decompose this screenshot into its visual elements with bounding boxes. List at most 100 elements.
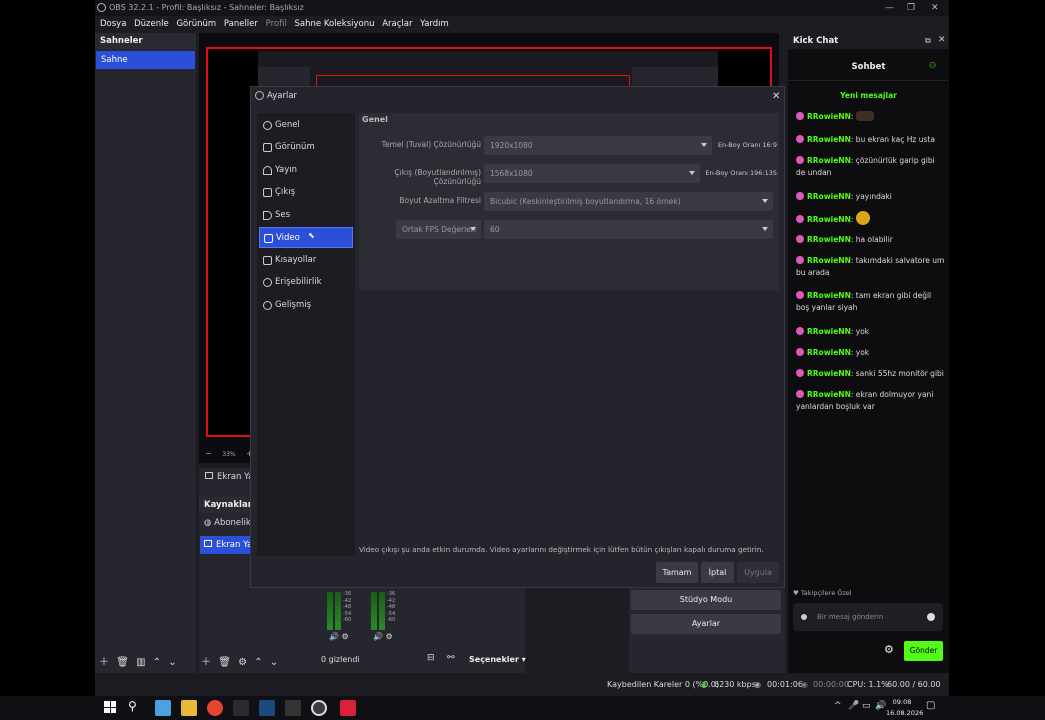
dialog-close-icon[interactable]: ✕ [772,88,780,106]
network-icon[interactable]: ▭ [862,701,871,711]
mic-icon[interactable]: 🎤 [848,701,859,711]
nav-accessibility[interactable]: Erişebilirlik [259,272,353,293]
nav-video[interactable]: Video [259,227,353,248]
add-source-icon[interactable]: ＋ [201,657,211,668]
source-toolbar: ＋ 🗑 ⚙ ⌃ ⌄ [201,653,278,668]
source-down-icon[interactable]: ⌄ [270,657,278,668]
source-settings-icon[interactable]: ⚙ [238,657,247,668]
video-active-warning: Video çıkışı şu anda etkin durumda. Vide… [359,545,764,554]
menu-scene-collection[interactable]: Sahne Koleksiyonu [295,16,375,32]
mute-icon[interactable]: 🔊 ⚙ [373,632,393,641]
menu-view[interactable]: Görünüm [176,16,216,32]
mute-icon[interactable]: 🔊 ⚙ [329,632,349,641]
minimize-icon[interactable]: — [885,0,894,16]
filter-icon[interactable]: ▥ [136,657,145,668]
menu-help[interactable]: Yardım [420,16,449,32]
downscale-filter-select[interactable]: Bicubic (Keskinleştirilmiş boyutlandırma… [484,192,773,211]
accessibility-icon [263,278,272,287]
title-bar: OBS 32.2.1 - Profil: Başlıksız - Sahnele… [95,0,949,16]
remove-source-icon[interactable]: 🗑 [218,657,231,668]
dialog-title: Ayarlar [267,91,298,101]
chat-emoji-icon [927,613,935,621]
menu-edit[interactable]: Düzenle [134,16,169,32]
search-icon[interactable]: ⚲ [128,699,137,713]
close-dock-icon[interactable]: ✕ [938,35,946,45]
nav-hotkeys[interactable]: Kısayollar [259,250,353,271]
fps-value-select[interactable]: 60 [484,220,773,239]
mixer-layout-icon[interactable]: ⊟ [427,653,435,663]
stream-time: 00:00:00 [813,680,849,689]
send-button[interactable]: Gönder [904,641,943,661]
app-icon[interactable] [340,700,356,716]
scene-toolbar: ＋ 🗑 ▥ ⌃ ⌄ [99,653,177,668]
base-resolution-select[interactable]: 1920x1080 [484,136,712,155]
fps-type-select[interactable]: Ortak FPS Değerleri [396,220,481,239]
nav-output[interactable]: Çıkış [259,182,353,203]
cpu-usage: CPU: 1.1% [847,680,889,689]
volume-icon[interactable]: 🔊 [875,701,886,711]
base-aspect-ratio: En-Boy Oranı 16:9 [717,141,777,149]
start-icon[interactable] [104,701,116,713]
tray-chevron-icon[interactable]: ^ [834,701,842,711]
maximize-icon[interactable]: ❐ [907,0,915,16]
obs-taskbar-icon[interactable] [311,700,327,716]
nav-stream[interactable]: Yayın [259,160,353,181]
ok-button[interactable]: Tamam [656,562,698,583]
chat-message: RRowieNN: takımdaki salvatore um bu arad… [796,256,945,277]
clock[interactable]: 09:08 16.08.2026 [886,697,923,719]
mixer-link-icon[interactable]: ⚯ [447,653,455,663]
move-down-icon[interactable]: ⌄ [168,657,176,668]
output-resolution-select[interactable]: 1568x1080 [484,164,700,183]
meter-bar [327,592,333,630]
move-up-icon[interactable]: ⌃ [153,657,161,668]
cancel-button[interactable]: İptal [701,562,734,583]
chat-input[interactable]: Bir mesaj gönderin [793,603,943,631]
browser-source-icon: ◍ [204,518,212,528]
downscale-filter-label: Boyut Azaltma Filtresi [399,196,481,205]
menu-tools[interactable]: Araçlar [382,16,412,32]
nav-audio[interactable]: Ses [259,205,353,226]
apply-button[interactable]: Uygula [737,562,779,583]
nav-appearance[interactable]: Görünüm [259,137,353,158]
chat-message: RRowieNN: yok [796,326,946,338]
chat-message: RRowieNN: ha olabilir [796,234,946,246]
source-item-abonelik[interactable]: ◍ Abonelik [204,518,251,528]
controls-dock: Stüdyo Modu Ayarlar [629,588,785,673]
menu-docks[interactable]: Paneller [224,16,258,32]
followers-only-label: ♥ Takipçilere Özel [793,589,852,597]
taskbar: ⚲ ^ 🎤 ▭ 🔊 09:08 16.08.2026 ▢ [0,696,1045,720]
obs-logo-icon [255,91,264,100]
signal-icon: ▮ [702,680,707,689]
settings-button[interactable]: Ayarlar [631,614,781,634]
chat-tab[interactable]: Sohbet [788,53,949,81]
output-aspect-ratio: En-Boy Oranı 196:135 [705,169,777,177]
menu-file[interactable]: Dosya [100,16,126,32]
menu-profile[interactable]: Profil [266,16,287,32]
zoom-level: 33% [222,451,236,458]
close-icon[interactable]: ✕ [931,0,939,16]
scene-item[interactable]: Sahne [96,51,195,69]
cursor-icon: ⬉ [308,231,315,240]
section-title: Genel [362,115,388,124]
file-explorer-icon[interactable] [181,700,197,716]
rec-icon: ◉ [754,680,761,689]
zoom-out-icon[interactable]: − [205,449,212,458]
remove-scene-icon[interactable]: 🗑 [116,657,129,668]
notification-icon[interactable]: ▢ [926,700,935,711]
app-icon[interactable] [285,700,301,716]
chat-users-icon[interactable]: ⚇ [929,61,936,70]
nav-general[interactable]: Genel [259,115,353,136]
add-scene-icon[interactable]: ＋ [99,657,109,668]
chat-message: RRowieNN: ekran dolmuyor yani yanlardan … [796,390,934,411]
nav-advanced[interactable]: Gelişmiş [259,295,353,316]
app-icon[interactable] [233,700,249,716]
taskview-icon[interactable] [155,700,171,716]
steam-icon[interactable] [259,700,275,716]
mixer-options-button[interactable]: Seçenekler ▾ [469,655,526,664]
chrome-icon[interactable] [207,700,223,716]
chat-message: RRowieNN: yok [796,347,946,359]
chat-settings-icon[interactable]: ⚙ [884,643,894,656]
float-icon[interactable]: ⧉ [925,36,931,46]
studio-mode-button[interactable]: Stüdyo Modu [631,590,781,610]
source-up-icon[interactable]: ⌃ [254,657,262,668]
